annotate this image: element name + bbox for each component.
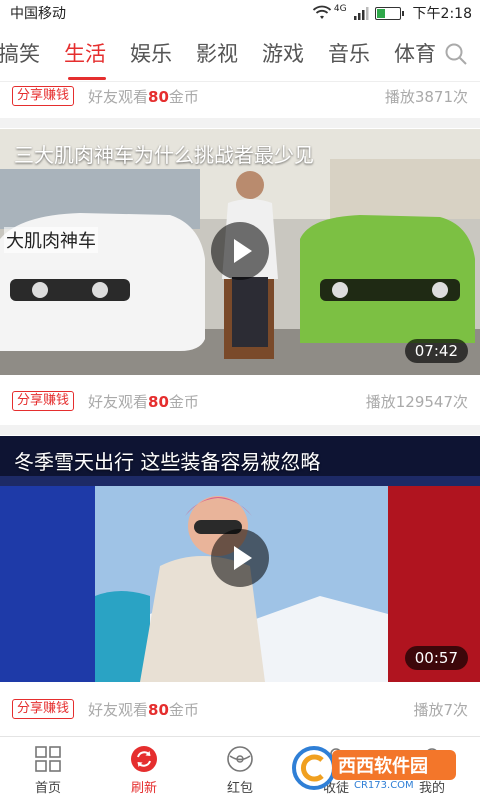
video-card[interactable]: 大肌肉神车 三大肌肉神车为什么挑战者最少见 07:42 bbox=[0, 129, 480, 375]
play-count: 播放3871次 bbox=[384, 87, 468, 106]
play-icon[interactable] bbox=[211, 529, 269, 587]
tab-funny[interactable]: 搞笑 bbox=[0, 26, 52, 81]
video-card[interactable]: 冬季雪天出行 这些装备容易被忽略 00:57 bbox=[0, 436, 480, 682]
watermark-logo: 西西软件园 CR173.COM bbox=[292, 742, 460, 794]
nav-refresh[interactable]: 刷新 bbox=[96, 737, 192, 800]
play-count: 播放129547次 bbox=[365, 392, 468, 411]
video-title: 三大肌肉神车为什么挑战者最少见 bbox=[14, 143, 314, 167]
nav-red-packet-label: 红包 bbox=[226, 781, 253, 796]
tab-film[interactable]: 影视 bbox=[184, 26, 250, 81]
wifi-icon bbox=[312, 5, 331, 19]
feed-divider bbox=[0, 425, 480, 435]
refresh-icon bbox=[131, 746, 157, 772]
feed-item-meta: 分享赚钱 好友观看80金币 播放129547次 bbox=[0, 381, 480, 421]
home-grid-icon bbox=[35, 746, 61, 772]
watermark-text: 西西软件园 bbox=[338, 756, 428, 777]
play-count: 播放7次 bbox=[413, 700, 468, 719]
status-icons: 4G 下午2:18 bbox=[312, 3, 472, 23]
video-title: 冬季雪天出行 这些装备容易被忽略 bbox=[14, 450, 321, 474]
search-icon[interactable] bbox=[444, 42, 468, 66]
friend-reward-text: 好友观看80金币 bbox=[88, 700, 199, 719]
status-bar: 中国移动 4G 下午2:18 bbox=[0, 0, 480, 26]
tab-music[interactable]: 音乐 bbox=[316, 26, 382, 81]
feed-divider bbox=[0, 118, 480, 128]
carrier-name: 中国移动 bbox=[10, 6, 66, 22]
nav-home[interactable]: 首页 bbox=[0, 737, 96, 800]
watermark-domain: CR173.COM bbox=[354, 780, 414, 791]
video-duration: 07:42 bbox=[404, 339, 468, 363]
share-earn-button[interactable]: 分享赚钱 bbox=[12, 699, 75, 719]
tab-sports[interactable]: 体育 bbox=[382, 26, 448, 81]
nav-red-packet[interactable]: 红包 bbox=[192, 737, 288, 800]
battery-icon bbox=[374, 6, 404, 20]
category-tabs: 搞笑 生活 娱乐 影视 游戏 音乐 体育 bbox=[0, 26, 480, 82]
friend-reward-text: 好友观看80金币 bbox=[88, 392, 199, 411]
play-icon[interactable] bbox=[211, 222, 269, 280]
share-earn-button[interactable]: 分享赚钱 bbox=[12, 86, 75, 106]
tab-life[interactable]: 生活 bbox=[52, 26, 118, 81]
share-earn-button[interactable]: 分享赚钱 bbox=[12, 391, 75, 411]
thumbnail-overlay-text: 大肌肉神车 bbox=[4, 227, 98, 253]
red-packet-icon bbox=[227, 746, 253, 772]
network-type-label: 4G bbox=[333, 4, 347, 14]
friend-reward-text: 好友观看80金币 bbox=[88, 87, 199, 106]
video-duration: 00:57 bbox=[404, 646, 468, 670]
nav-home-label: 首页 bbox=[34, 781, 61, 796]
signal-icon bbox=[353, 7, 369, 20]
nav-refresh-label: 刷新 bbox=[130, 781, 157, 796]
tab-entertainment[interactable]: 娱乐 bbox=[118, 26, 184, 81]
tab-games[interactable]: 游戏 bbox=[250, 26, 316, 81]
feed-item-meta: 分享赚钱 好友观看80金币 播放3871次 bbox=[0, 76, 480, 116]
status-time: 下午2:18 bbox=[412, 6, 472, 22]
feed-item-meta: 分享赚钱 好友观看80金币 播放7次 bbox=[0, 689, 480, 729]
